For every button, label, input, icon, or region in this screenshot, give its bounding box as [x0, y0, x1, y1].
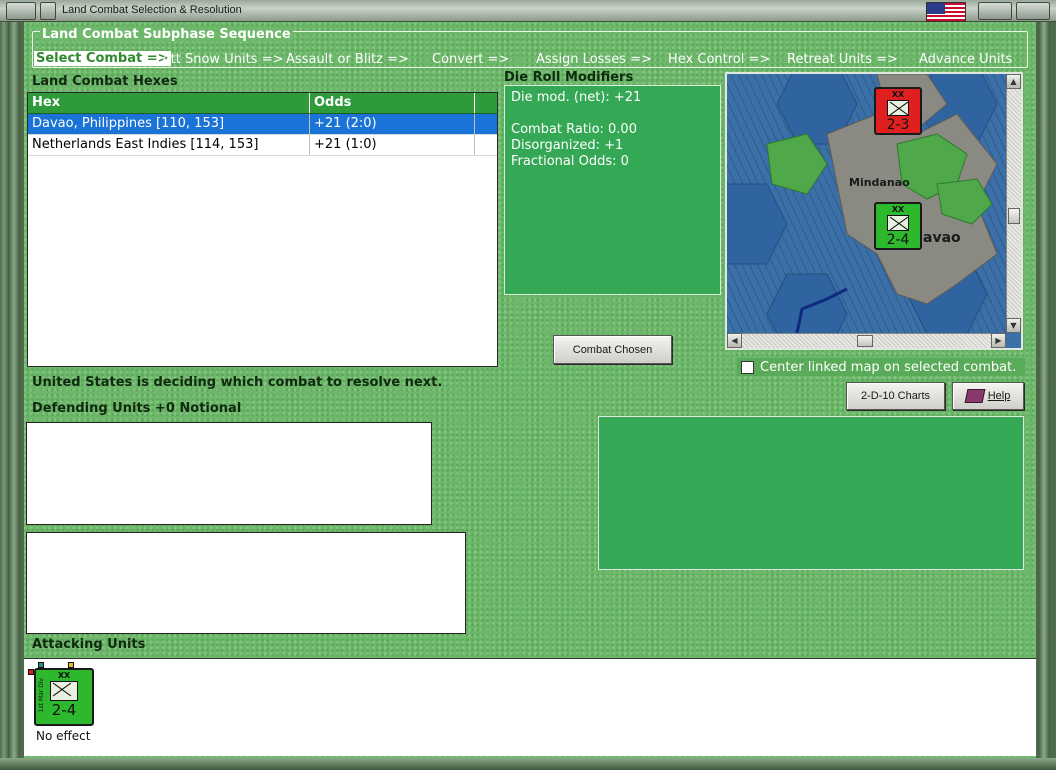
modifier-line: Combat Ratio: 0.00	[511, 122, 637, 137]
scroll-down-icon[interactable]: ▼	[1006, 318, 1021, 333]
combat-hexes-title: Land Combat Hexes	[32, 74, 178, 89]
modifier-line: Disorganized: +1	[511, 138, 624, 153]
column-header-hex[interactable]: Hex	[28, 93, 310, 113]
unit-name-vertical: 1st Mar Div	[38, 678, 45, 713]
table-header: Hex Odds	[28, 93, 497, 114]
book-icon	[964, 389, 986, 403]
step-assault-or-blitz[interactable]: Assault or Blitz =>	[286, 52, 409, 67]
main-panel: Land Combat Subphase Sequence Select Com…	[24, 22, 1036, 758]
counter-size: XX	[891, 90, 905, 99]
vertical-scroll-thumb[interactable]	[1008, 208, 1020, 224]
die-roll-modifiers-box: Die mod. (net): +21 Combat Ratio: 0.00 D…	[504, 85, 721, 295]
step-convert[interactable]: Convert =>	[432, 52, 509, 67]
left-rail	[8, 22, 20, 762]
bottom-rail	[0, 758, 1056, 770]
defending-support-list[interactable]	[26, 532, 466, 634]
step-select-combat[interactable]: Select Combat =>	[34, 51, 171, 66]
table-row[interactable]: Netherlands East Indies [114, 153] +21 (…	[28, 135, 497, 156]
hex-cell: Davao, Philippines [110, 153]	[28, 114, 310, 134]
subphase-sequence-title: Land Combat Subphase Sequence	[40, 27, 293, 42]
defender-counter[interactable]: XX 2-3	[874, 87, 922, 135]
center-map-checkbox[interactable]	[741, 360, 754, 374]
counter-size: XX	[891, 205, 905, 214]
table-row[interactable]: Davao, Philippines [110, 153] +21 (2:0)	[28, 114, 497, 135]
column-header-odds[interactable]: Odds	[310, 93, 475, 113]
counter-size: XX	[57, 671, 71, 680]
modifier-line: Die mod. (net): +21	[511, 90, 642, 105]
combat-results-panel	[598, 416, 1024, 570]
sea-hex	[727, 183, 788, 265]
map-vertical-scrollbar[interactable]: ▲ ▼	[1006, 74, 1021, 333]
attacker-counter[interactable]: XX 2-4	[874, 202, 922, 250]
attacking-units-strip: XX 2-4 1st Mar Div No effect	[24, 658, 1036, 756]
defending-units-list[interactable]	[26, 422, 432, 525]
die-roll-modifiers-title: Die Roll Modifiers	[504, 70, 634, 85]
marine-icon	[887, 215, 909, 231]
sea-hex	[766, 273, 848, 333]
hex-cell: Netherlands East Indies [114, 153]	[28, 135, 310, 155]
odds-cell: +21 (1:0)	[310, 135, 475, 155]
step-advance-units[interactable]: Advance Units	[919, 52, 1012, 67]
title-bar: Land Combat Selection & Resolution	[0, 0, 1056, 22]
help-label: Help	[987, 390, 1011, 402]
status-message: United States is deciding which combat t…	[32, 375, 443, 390]
center-map-label: Center linked map on selected combat.	[760, 359, 1017, 375]
scroll-left-icon[interactable]: ◀	[727, 333, 742, 348]
marine-icon	[50, 681, 78, 701]
attacking-units-title: Attacking Units	[32, 637, 146, 652]
modifier-line: Fractional Odds: 0	[511, 154, 629, 169]
modifier-line	[511, 106, 714, 122]
defending-units-title: Defending Units +0 Notional	[32, 401, 242, 416]
counter-strength: 2-3	[886, 117, 910, 133]
counter-strength: 2-4	[886, 232, 910, 248]
linked-map[interactable]: Mindanao avao XX 2-3 XX 2-4 ▲ ▼ ◀ ▶	[725, 72, 1023, 350]
horizontal-scroll-thumb[interactable]	[857, 335, 873, 347]
right-rail	[1038, 22, 1050, 762]
window-title: Land Combat Selection & Resolution	[62, 4, 242, 16]
map-label-island: Mindanao	[849, 176, 910, 189]
step-retreat-units[interactable]: Retreat Units =>	[787, 52, 898, 67]
combat-result-label: No effect	[36, 729, 91, 743]
counter-strength: 2-4	[51, 701, 77, 719]
system-menu-button[interactable]	[6, 2, 36, 20]
map-horizontal-scrollbar[interactable]: ◀ ▶	[727, 333, 1006, 348]
charts-button[interactable]: 2-D-10 Charts	[846, 382, 945, 410]
title-ornament-left	[40, 2, 56, 20]
help-button[interactable]: Help	[952, 382, 1024, 410]
close-button[interactable]	[1016, 2, 1050, 20]
center-map-checkbox-row[interactable]: Center linked map on selected combat.	[737, 358, 1025, 376]
map-viewport[interactable]: Mindanao avao XX 2-3 XX 2-4	[727, 74, 1006, 333]
step-assign-losses[interactable]: Assign Losses =>	[536, 52, 652, 67]
step-att-snow-units[interactable]: Att Snow Units =>	[162, 52, 283, 67]
step-hex-control[interactable]: Hex Control =>	[668, 52, 770, 67]
map-terrain	[727, 74, 998, 333]
odds-cell: +21 (2:0)	[310, 114, 475, 134]
combat-hexes-table: Hex Odds Davao, Philippines [110, 153] +…	[27, 92, 498, 367]
scroll-up-icon[interactable]: ▲	[1006, 74, 1021, 89]
combat-chosen-button[interactable]: Combat Chosen	[553, 335, 672, 364]
attacking-unit-counter[interactable]: XX 2-4 1st Mar Div	[34, 668, 94, 726]
minimize-button[interactable]	[978, 2, 1012, 20]
infantry-icon	[887, 100, 909, 116]
map-label-city: avao	[923, 230, 961, 246]
scroll-right-icon[interactable]: ▶	[991, 333, 1006, 348]
us-flag-icon	[926, 2, 966, 22]
